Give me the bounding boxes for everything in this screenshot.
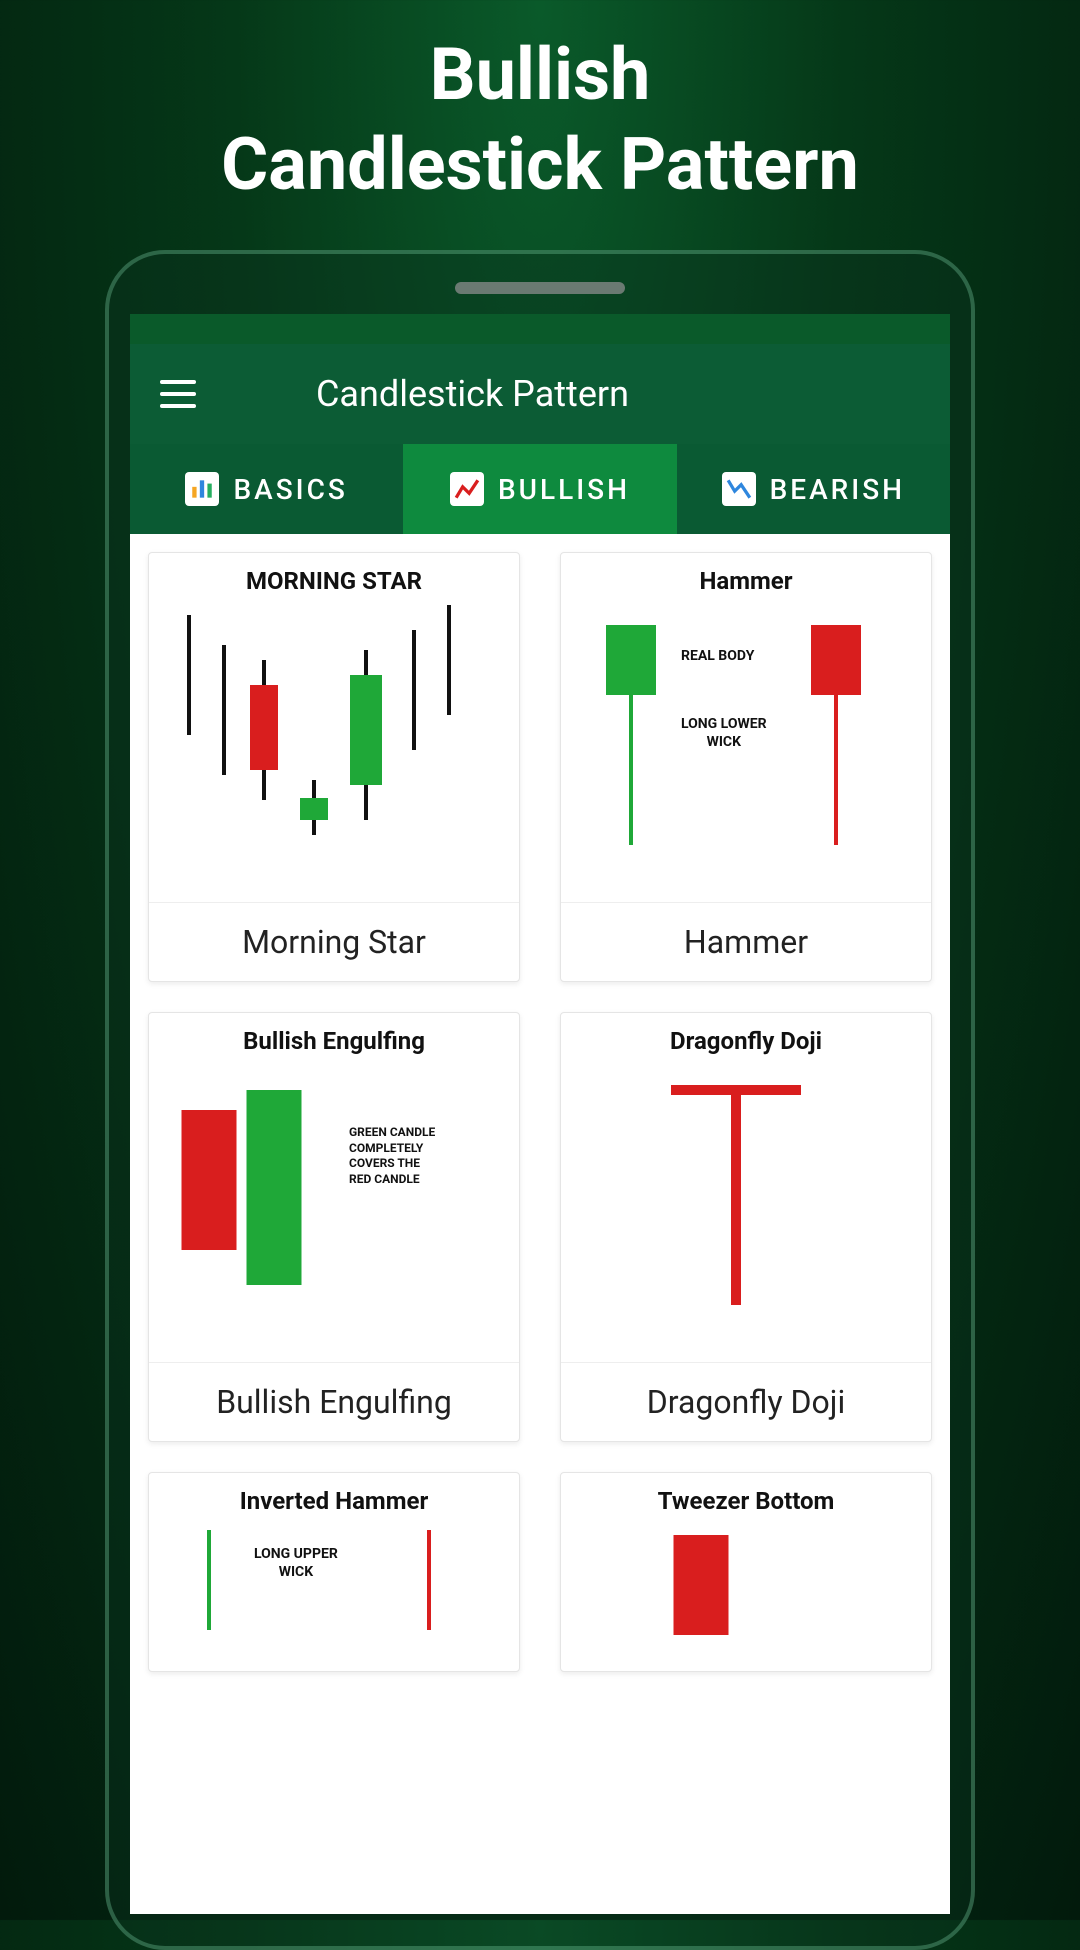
card-dragonfly-doji[interactable]: Dragonfly Doji Dragonfly Doji xyxy=(560,1012,932,1442)
dragonfly-doji-chart xyxy=(571,1065,921,1352)
card-hammer[interactable]: Hammer REAL BODY LONG LOWER WIC xyxy=(560,552,932,982)
card-footer: Morning Star xyxy=(149,902,519,981)
promo-line2: Candlestick Pattern xyxy=(0,120,1080,210)
bar-chart-icon xyxy=(185,472,219,506)
card-illustration: Dragonfly Doji xyxy=(561,1013,931,1362)
morning-star-chart xyxy=(159,605,509,892)
card-bullish-engulfing[interactable]: Bullish Engulfing GREEN CANDLE COMPLETEL… xyxy=(148,1012,520,1442)
pattern-grid-container[interactable]: MORNING STAR Morning Star xyxy=(130,534,950,1914)
card-illustration: Bullish Engulfing GREEN CANDLE COMPLETEL… xyxy=(149,1013,519,1362)
tweezer-bottom-chart xyxy=(571,1525,921,1661)
hammer-chart: REAL BODY LONG LOWER WICK xyxy=(571,605,921,892)
annotation: GREEN CANDLE COMPLETELY COVERS THE RED C… xyxy=(349,1125,435,1187)
card-illustration: Tweezer Bottom xyxy=(561,1473,931,1671)
tab-label: BASICS xyxy=(233,473,347,506)
promo-title: Bullish Candlestick Pattern xyxy=(0,0,1080,210)
illus-title: Bullish Engulfing xyxy=(159,1027,509,1055)
tab-label: BULLISH xyxy=(498,473,630,506)
tab-basics[interactable]: BASICS xyxy=(130,444,403,534)
card-illustration: Inverted Hammer LONG UPPER WICK xyxy=(149,1473,519,1671)
tab-bullish[interactable]: BULLISH xyxy=(403,444,676,534)
card-morning-star[interactable]: MORNING STAR Morning Star xyxy=(148,552,520,982)
tab-label: BEARISH xyxy=(770,473,905,506)
illus-title: Tweezer Bottom xyxy=(571,1487,921,1515)
line-down-icon xyxy=(722,472,756,506)
annotation: LONG LOWER WICK xyxy=(681,715,767,751)
annotation: LONG UPPER WICK xyxy=(254,1545,338,1581)
inverted-hammer-chart: LONG UPPER WICK xyxy=(159,1525,509,1661)
device-speaker xyxy=(455,282,625,294)
device-frame: Candlestick Pattern BASICS BULLISH BEARI… xyxy=(105,250,975,1950)
card-footer: Dragonfly Doji xyxy=(561,1362,931,1441)
pattern-grid: MORNING STAR Morning Star xyxy=(148,552,932,1672)
card-illustration: Hammer REAL BODY LONG LOWER WIC xyxy=(561,553,931,902)
illus-title: Dragonfly Doji xyxy=(571,1027,921,1055)
card-tweezer-bottom[interactable]: Tweezer Bottom xyxy=(560,1472,932,1672)
illus-title: Inverted Hammer xyxy=(159,1487,509,1515)
app-screen: Candlestick Pattern BASICS BULLISH BEARI… xyxy=(130,314,950,1914)
card-footer: Bullish Engulfing xyxy=(149,1362,519,1441)
tab-bearish[interactable]: BEARISH xyxy=(677,444,950,534)
card-footer: Hammer xyxy=(561,902,931,981)
card-illustration: MORNING STAR xyxy=(149,553,519,902)
status-bar xyxy=(130,314,950,344)
promo-line1: Bullish xyxy=(0,30,1080,120)
card-inverted-hammer[interactable]: Inverted Hammer LONG UPPER WICK xyxy=(148,1472,520,1672)
app-title: Candlestick Pattern xyxy=(316,373,629,415)
illus-title: Hammer xyxy=(571,567,921,595)
line-up-icon xyxy=(450,472,484,506)
illus-title: MORNING STAR xyxy=(159,567,509,595)
app-bar: Candlestick Pattern xyxy=(130,344,950,444)
bullish-engulfing-chart: GREEN CANDLE COMPLETELY COVERS THE RED C… xyxy=(159,1065,509,1352)
annotation: REAL BODY xyxy=(681,647,754,665)
tab-bar: BASICS BULLISH BEARISH xyxy=(130,444,950,534)
menu-icon[interactable] xyxy=(160,380,196,408)
